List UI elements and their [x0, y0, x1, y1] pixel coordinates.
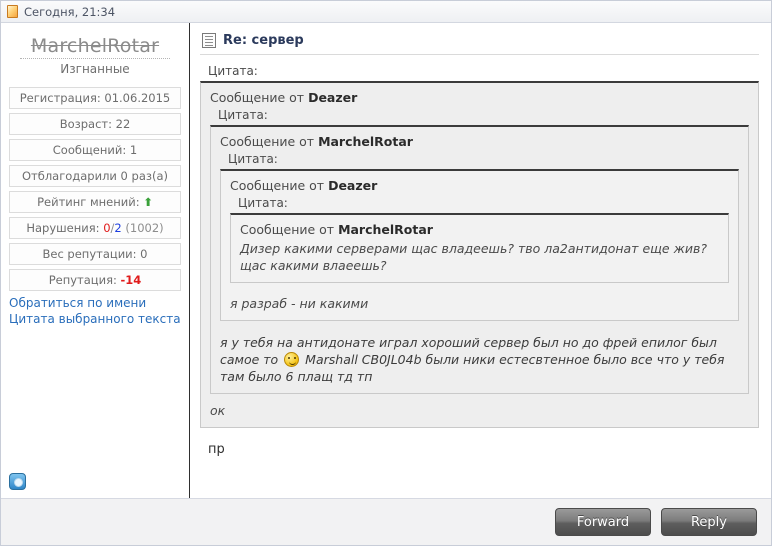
quote-4-author[interactable]: MarchelRotar: [338, 222, 433, 237]
violations-extra: (1002): [125, 221, 164, 235]
reputation-value: -14: [120, 273, 142, 287]
quote-level-1: Сообщение от Deazer Цитата: Сообщение от…: [200, 81, 759, 428]
violations-current: 0: [103, 221, 111, 235]
user-info-sidebar: MarchelRotar Изгнанные Регистрация: 01.0…: [1, 23, 190, 498]
link-contact-by-name[interactable]: Обратиться по имени: [9, 295, 182, 311]
quote-3-header: Сообщение от Deazer: [230, 178, 729, 193]
post-footer: Forward Reply: [1, 498, 771, 545]
document-icon: [7, 5, 18, 18]
quote-label-1: Цитата:: [208, 64, 258, 78]
stat-rating: Рейтинг мнений: ⬆: [9, 191, 181, 213]
quote-1-author[interactable]: Deazer: [308, 90, 357, 105]
user-action-links: Обратиться по имени Цитата выбранного те…: [8, 295, 182, 327]
quote-2-text: я у тебя на антидонате играл хороший сер…: [220, 329, 739, 385]
quote-label-2: Цитата:: [218, 108, 268, 122]
forum-post-window: Сегодня, 21:34 MarchelRotar Изгнанные Ре…: [0, 0, 772, 546]
stat-thanks: Отблагодарили 0 раз(а): [9, 165, 181, 187]
quote-1-header: Сообщение от Deazer: [210, 90, 749, 105]
post-icon: [202, 33, 216, 48]
post-text: пр: [208, 442, 225, 457]
quote-level-2: Сообщение от MarchelRotar Цитата: Сообще…: [210, 125, 749, 394]
stat-violations: Нарушения: 0/2 (1002): [9, 217, 181, 239]
stat-rating-label: Рейтинг мнений:: [37, 195, 140, 209]
forward-button[interactable]: Forward: [555, 508, 651, 536]
rating-up-arrow-icon: ⬆: [143, 195, 153, 209]
subject-line: Re: сервер: [200, 31, 759, 55]
quote-1-text: ок: [210, 403, 226, 418]
user-stats-list: Регистрация: 01.06.2015 Возраст: 22 Сооб…: [8, 87, 182, 291]
username-underline: [20, 58, 170, 59]
violations-max: 2: [114, 221, 122, 235]
stat-rep-weight: Вес репутации: 0: [9, 243, 181, 265]
reputation-label: Репутация:: [48, 273, 117, 287]
quote-3-text: я разраб - ни какими: [230, 296, 369, 311]
quote-level-4: Сообщение от MarchelRotar Дизер какими с…: [230, 213, 729, 283]
subject-text: Re: сервер: [223, 33, 304, 48]
stat-posts: Сообщений: 1: [9, 139, 181, 161]
quote-4-prefix: Сообщение от: [240, 222, 339, 237]
quote-4-text: Дизер какими серверами щас владеешь? тво…: [240, 241, 707, 273]
post-date: Сегодня, 21:34: [24, 4, 116, 19]
quote-1-prefix: Сообщение от: [210, 90, 309, 105]
quote-label-4: Цитата:: [238, 196, 288, 210]
username[interactable]: MarchelRotar: [8, 35, 182, 58]
stat-violations-label: Нарушения:: [26, 221, 100, 235]
stat-reputation: Репутация: -14: [9, 269, 181, 291]
post-body-split: MarchelRotar Изгнанные Регистрация: 01.0…: [1, 23, 771, 498]
quote-label-3: Цитата:: [228, 152, 278, 166]
link-quote-selected-text[interactable]: Цитата выбранного текста: [9, 311, 182, 327]
quote-level-3: Сообщение от Deazer Цитата: Сообщение от…: [220, 169, 739, 321]
post-header-bar: Сегодня, 21:34: [1, 1, 771, 23]
quote-3-prefix: Сообщение от: [230, 178, 329, 193]
stat-age: Возраст: 22: [9, 113, 181, 135]
user-title: Изгнанные: [60, 62, 130, 76]
smiley-icon: [284, 352, 300, 367]
reply-button[interactable]: Reply: [661, 508, 757, 536]
quote-2-author[interactable]: MarchelRotar: [318, 134, 413, 149]
stat-registration: Регистрация: 01.06.2015: [9, 87, 181, 109]
status-icon-wrapper: [9, 473, 26, 490]
quote-3-author[interactable]: Deazer: [328, 178, 377, 193]
offline-status-icon[interactable]: [9, 473, 26, 490]
message-content: Re: сервер Цитата: Сообщение от Deazer Ц…: [190, 23, 771, 498]
quote-2-prefix: Сообщение от: [220, 134, 319, 149]
quote-4-header: Сообщение от MarchelRotar: [240, 222, 719, 237]
quote-2-header: Сообщение от MarchelRotar: [220, 134, 739, 149]
